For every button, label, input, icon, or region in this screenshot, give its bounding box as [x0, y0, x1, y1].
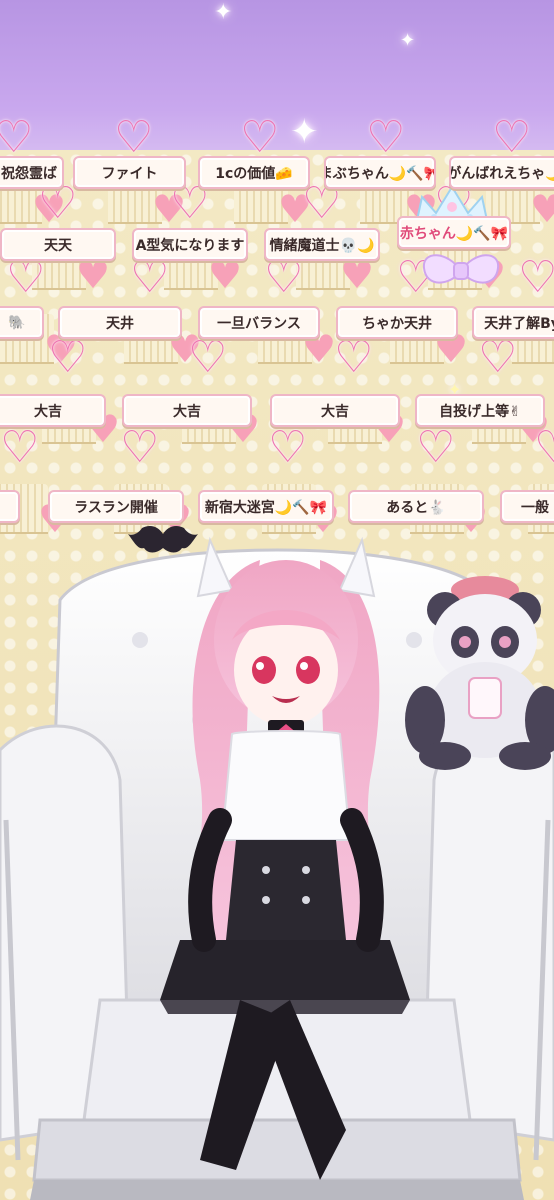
nameplate: 自投げ上等✌ [415, 394, 545, 427]
heart-frame-icon: ♡ [264, 252, 304, 303]
heart-frame-icon: ♡ [240, 112, 280, 163]
nameplate: 一般 [500, 490, 554, 523]
nameplate: A型気になります [132, 228, 248, 261]
nameplate: ラスラン開催 [48, 490, 184, 523]
nameplate: 天天 [0, 228, 116, 261]
heart-icon: ♥ [76, 253, 111, 297]
heart-frame-icon: ♡ [120, 422, 160, 473]
heart-frame-icon: ♡ [534, 422, 554, 473]
nameplate [0, 490, 20, 523]
heart-frame-icon: ♡ [416, 422, 456, 473]
nameplate: 1cの価値🧀 [198, 156, 310, 189]
nameplate: 天井了解By [472, 306, 554, 339]
nameplate: 新宿大迷宮🌙🔨🎀 [198, 490, 334, 523]
sparkle-icon: ✦ [214, 0, 233, 25]
heart-frame-icon: ♡ [48, 332, 88, 383]
heart-frame-icon: ♡ [0, 112, 34, 163]
heart-frame-icon: ♡ [366, 112, 406, 163]
nameplate: あると🐇 [348, 490, 484, 523]
nameplate: 情緒魔道士💀🌙 [264, 228, 380, 261]
nameplate: まぶちゃん🌙🔨🎀 [324, 156, 436, 189]
sparkle-icon: ✦ [400, 30, 416, 51]
nameplate: がんばれえちゃ🌙 [449, 156, 554, 189]
bow-icon [422, 254, 500, 284]
sparkle-icon: ✦ [290, 112, 319, 152]
heart-frame-icon: ♡ [114, 112, 154, 163]
nameplate-highlighted: 赤ちゃん🌙🔨🎀 [397, 216, 511, 249]
nameplate: 天井 [58, 306, 182, 339]
nameplate: 大吉 [0, 394, 106, 427]
nameplate: 一旦バランス [198, 306, 320, 339]
heart-icon: ♥ [340, 253, 375, 297]
heart-frame-icon: ♡ [518, 252, 554, 303]
nameplate: ちゃか天井 [336, 306, 458, 339]
heart-frame-icon: ♡ [478, 332, 518, 383]
heart-frame-icon: ♡ [268, 422, 308, 473]
heart-frame-icon: ♡ [6, 252, 46, 303]
heart-icon: ♥ [208, 253, 243, 297]
heart-frame-icon: ♡ [492, 112, 532, 163]
panda-plush [405, 576, 554, 770]
heart-frame-icon: ♡ [188, 332, 228, 383]
vtuber-avatar [160, 536, 410, 1180]
stream-scene: ♡♥♡♥♡♥♡♥♡♥♡♥♡♥♡♥♡♥♡♥♡♥♡♥♡♥♡♥♡♥♡♥♡♥♡♥♡♥♡♥… [0, 0, 554, 1200]
heart-frame-icon: ♡ [130, 252, 170, 303]
heart-frame-icon: ♡ [334, 332, 374, 383]
nameplate: ファイト [73, 156, 186, 189]
nameplate: 大吉 [122, 394, 252, 427]
nameplate: 🐘 [0, 306, 44, 339]
nameplate: 祝怨霊ば [0, 156, 64, 189]
nameplate: 大吉 [270, 394, 400, 427]
heart-frame-icon: ♡ [0, 422, 40, 473]
heart-icon: ♥ [530, 187, 554, 231]
